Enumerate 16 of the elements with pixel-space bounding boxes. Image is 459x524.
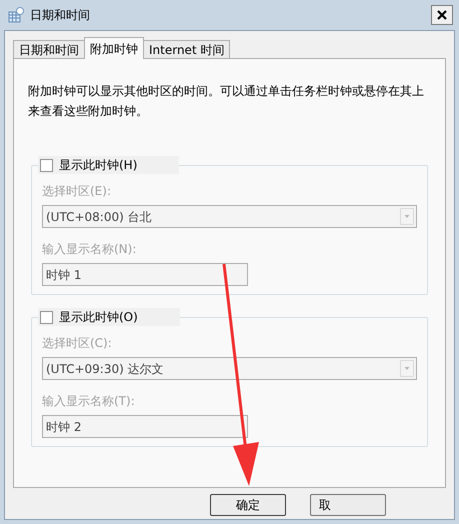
close-button[interactable]	[431, 5, 453, 25]
timezone-label: 选择时区(E):	[42, 183, 112, 200]
checkbox-label: 显示此时钟(O)	[59, 309, 139, 326]
tab[interactable]: Internet 时间	[143, 40, 230, 59]
name-label: 输入显示名称(T):	[42, 393, 136, 410]
name-label: 输入显示名称(N):	[42, 241, 138, 258]
window-title: 日期和时间	[30, 7, 90, 24]
timezone-label: 选择时区(C):	[42, 335, 113, 352]
tab[interactable]: 附加时钟	[84, 37, 144, 59]
calendar-clock-icon	[8, 7, 24, 23]
description-text: 附加时钟可以显示其他时区的时间。可以通过单击任务栏时钟或悬停在其上来查看这些附加时钟。	[27, 83, 425, 120]
close-icon	[437, 10, 447, 20]
dialog-button[interactable]: 取	[310, 494, 386, 516]
checkbox-label: 显示此时钟(H)	[59, 157, 138, 174]
tab[interactable]: 日期和时间	[13, 40, 85, 59]
dialog-button[interactable]: 确定	[210, 494, 286, 516]
